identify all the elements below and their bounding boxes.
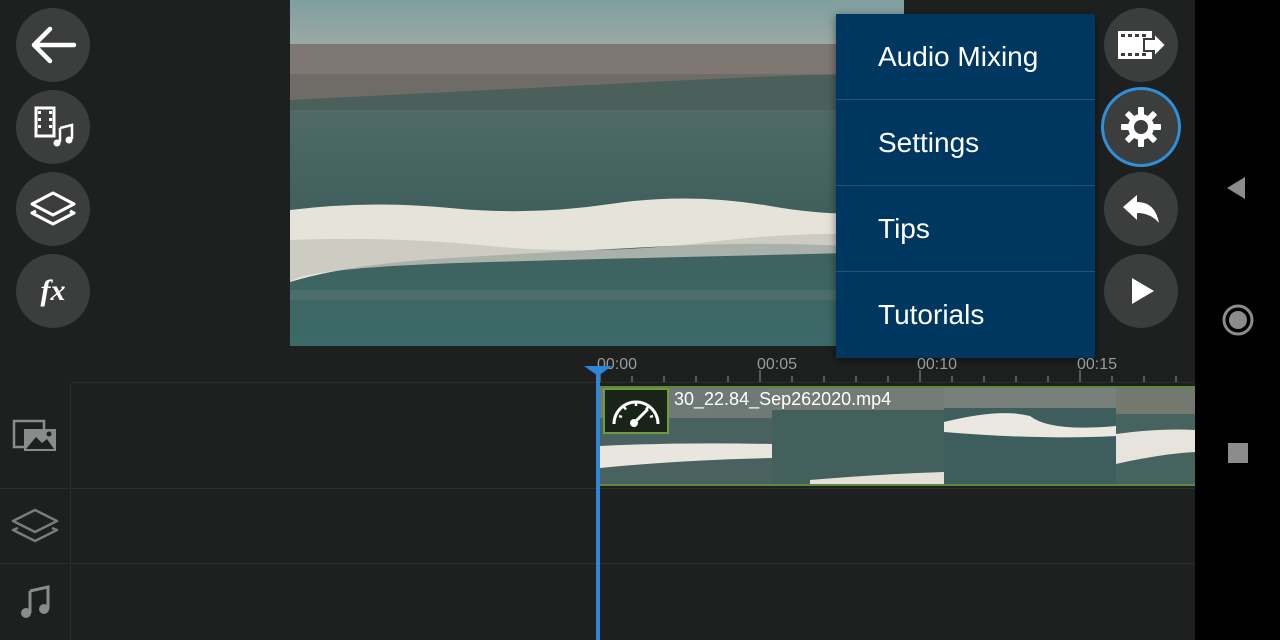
layer-button[interactable]	[16, 172, 90, 246]
system-navigation-bar	[1195, 0, 1280, 640]
film-export-icon	[1118, 30, 1168, 60]
arrow-left-icon	[31, 26, 77, 64]
menu-item-label: Settings	[878, 126, 980, 158]
fx-button[interactable]: fx	[16, 254, 90, 328]
layers-icon	[30, 191, 76, 226]
editor-app: fx Audio Mixing Settings Tips Tutorials …	[0, 0, 1195, 640]
tick-label: 00:05	[757, 356, 798, 373]
tick-label: 00:10	[917, 356, 958, 373]
menu-item-settings[interactable]: Settings	[836, 100, 1095, 186]
clip-speed-badge[interactable]	[603, 388, 669, 434]
overlay-track-header[interactable]	[0, 489, 71, 564]
playhead[interactable]	[596, 368, 600, 640]
undo-icon	[1123, 195, 1159, 223]
menu-item-audio-mixing[interactable]: Audio Mixing	[836, 14, 1095, 100]
video-image-track-icon	[12, 419, 56, 451]
overlay-track[interactable]	[72, 489, 1195, 564]
overflow-menu: Audio Mixing Settings Tips Tutorials	[836, 14, 1095, 358]
menu-item-label: Tips	[878, 212, 930, 244]
nav-home-icon[interactable]	[1221, 303, 1255, 337]
play-icon	[1132, 278, 1154, 304]
playhead-handle[interactable]	[584, 366, 612, 376]
undo-button[interactable]	[1104, 172, 1178, 246]
clip-filename: 30_22.84_Sep262020.mp4	[674, 389, 892, 409]
menu-item-tips[interactable]: Tips	[836, 186, 1095, 272]
play-button[interactable]	[1104, 254, 1178, 328]
tick-label: 00:15	[1077, 356, 1118, 373]
gear-icon	[1121, 107, 1161, 147]
menu-item-label: Tutorials	[878, 299, 985, 330]
audio-track-header[interactable]	[0, 564, 71, 640]
video-preview[interactable]	[290, 0, 904, 346]
menu-item-label: Audio Mixing	[878, 40, 1039, 72]
speedometer-icon	[612, 400, 660, 427]
layers-track-icon	[11, 508, 59, 543]
menu-item-tutorials[interactable]: Tutorials	[836, 272, 1095, 358]
film-music-icon	[34, 106, 74, 147]
music-note-icon	[21, 585, 50, 618]
fx-label: fx	[40, 274, 66, 307]
nav-recents-icon[interactable]	[1227, 442, 1249, 464]
audio-track[interactable]	[72, 564, 1195, 640]
back-button[interactable]	[16, 8, 90, 82]
export-button[interactable]	[1104, 8, 1178, 82]
video-track-header[interactable]	[0, 383, 71, 489]
media-button[interactable]	[16, 90, 90, 164]
timeline-ruler[interactable]: 00:00 00:05 00:10 00:15	[72, 348, 1195, 383]
nav-back-icon[interactable]	[1225, 176, 1247, 200]
settings-button[interactable]	[1104, 90, 1178, 164]
